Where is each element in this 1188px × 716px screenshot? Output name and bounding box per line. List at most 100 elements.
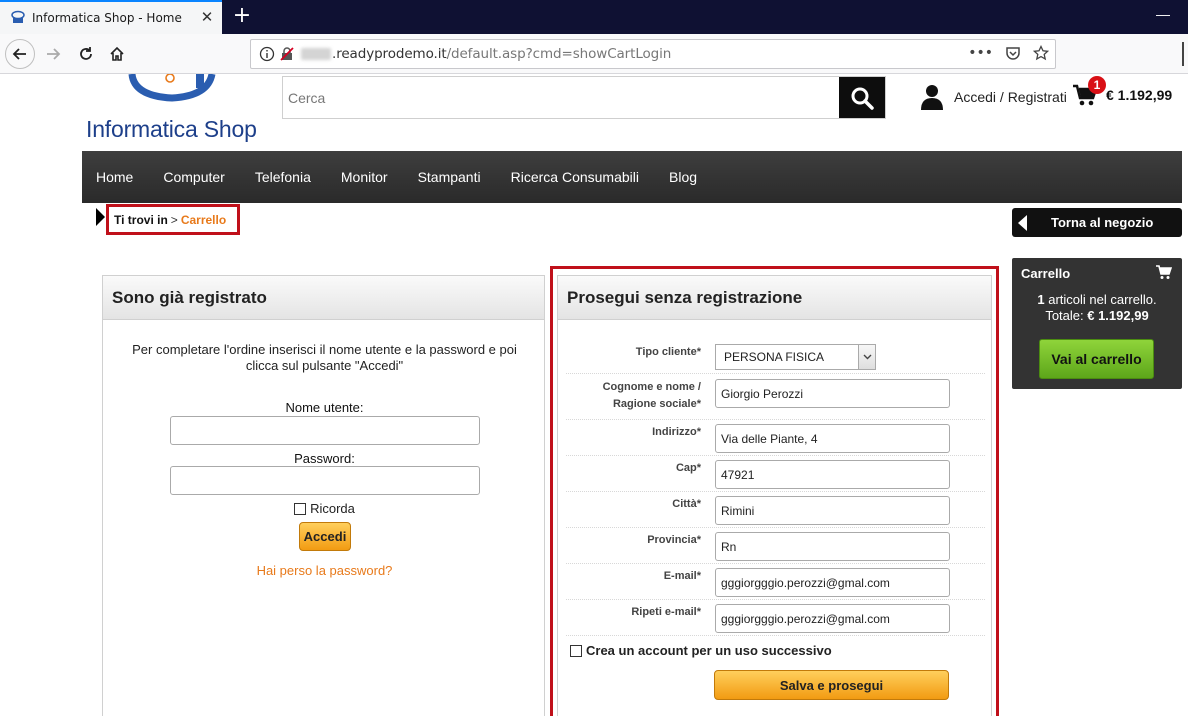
cap-row: Cap* 47921 [566,456,985,492]
login-button[interactable]: Accedi [299,522,351,551]
redacted-subdomain [301,48,331,60]
email-repeat-label: Ripeti e-mail* [631,606,701,618]
address-input[interactable]: Via delle Piante, 4 [715,424,950,453]
province-input[interactable]: Rn [715,532,950,561]
cart-widget-total: € 1.192,99 [1087,308,1149,323]
name-label: Cognome e nome / Ragione sociale* [603,379,701,413]
email-label: E-mail* [663,570,701,582]
insecure-lock-icon[interactable] [279,46,295,62]
password-label: Password: [294,451,355,466]
city-row: Città* Rimini [566,492,985,528]
browser-tab[interactable]: Informatica Shop - Home ✕ [0,0,222,34]
create-account-checkbox[interactable] [570,644,582,657]
back-button[interactable] [5,39,35,69]
arrow-right-icon [47,48,61,60]
user-link-label: Accedi / Registrati [954,89,1067,105]
username-label: Nome utente: [285,400,364,415]
menu-item-stampanti[interactable]: Stampanti [418,169,481,185]
customer-type-row: Tipo cliente* PERSONA FISICA [566,334,985,374]
create-account-label: Crea un account per un uso successivo [586,643,832,658]
email-row: E-mail* gggiorgggio.perozzi@gmal.com [566,564,985,600]
login-panel-title: Sono già registrato [103,276,544,320]
customer-type-value: PERSONA FISICA [724,350,825,364]
cart-total: € 1.192,99 [1106,87,1173,103]
menu-item-computer[interactable]: Computer [163,169,224,185]
save-and-continue-button[interactable]: Salva e prosegui [714,670,949,700]
url-actions: ••• [968,45,1049,61]
address-row: Indirizzo* Via delle Piante, 4 [566,420,985,456]
breadcrumb-current[interactable]: Carrello [181,213,226,227]
cart-widget-title: Carrello [1021,266,1071,281]
remember-me[interactable]: Ricorda [103,501,546,516]
minimize-window-icon[interactable]: — [1156,6,1170,22]
back-to-shop-label: Torna al negozio [1051,215,1154,230]
province-label: Provincia* [647,534,701,546]
username-input[interactable] [170,416,480,445]
create-account-option[interactable]: Crea un account per un uso successivo [570,643,832,658]
email-repeat-row: Ripeti e-mail* gggiorgggio.perozzi@gmal.… [566,600,985,636]
header-cart[interactable]: 1 € 1.192,99 [1072,76,1173,108]
info-icon[interactable] [259,46,275,62]
browser-tab-bar: Informatica Shop - Home ✕ + — [0,0,1188,34]
user-login-link[interactable]: Accedi / Registrati [920,84,1067,110]
menu-item-ricerca-consumabili[interactable]: Ricerca Consumabili [511,169,639,185]
tab-title: Informatica Shop - Home [32,11,182,25]
menu-item-monitor[interactable]: Monitor [341,169,388,185]
site-logo[interactable]: Informatica Shop [84,74,274,144]
customer-type-select[interactable]: PERSONA FISICA [715,344,876,370]
remember-checkbox[interactable] [294,502,307,515]
search-input[interactable] [283,77,839,118]
forward-button[interactable] [38,39,68,69]
library-icon[interactable] [1182,42,1188,66]
email-input[interactable]: gggiorgggio.perozzi@gmal.com [715,568,950,597]
cart-widget-count-suffix: articoli nel carrello. [1044,292,1157,307]
lost-password-link[interactable]: Hai perso la password? [103,563,546,578]
password-input[interactable] [170,466,480,495]
menu-item-home[interactable]: Home [96,145,133,185]
login-panel: Sono già registrato Per completare l'ord… [102,275,545,716]
home-icon [110,46,124,61]
cart-widget: Carrello 1 articoli nel carrello. Totale… [1012,258,1182,389]
breadcrumb: Ti trovi in > Carrello [106,204,240,235]
back-to-shop-button[interactable]: Torna al negozio [1012,208,1182,237]
cart-count-badge: 1 [1088,76,1106,94]
reload-button[interactable] [71,39,101,69]
cart-widget-count: 1 [1037,292,1045,307]
url-host: .readyprodemo.it [332,46,447,62]
address-label: Indirizzo* [652,426,701,438]
user-icon [921,85,943,110]
search-button[interactable] [839,77,885,118]
city-label: Città* [672,498,701,510]
breadcrumb-label: Ti trovi in [114,212,168,227]
close-tab-icon[interactable]: ✕ [200,10,214,25]
name-label-line1: Cognome e nome / [602,381,701,393]
new-tab-icon[interactable]: + [230,4,254,28]
url-bar[interactable]: .readyprodemo.it/default.asp?cmd=showCar… [250,39,1056,69]
cap-input[interactable]: 47921 [715,460,950,489]
go-to-cart-button[interactable]: Vai al carrello [1039,339,1154,379]
breadcrumb-separator: > [170,212,178,227]
main-menu: Home Computer Telefonia Monitor Stampant… [82,145,1182,203]
cart-widget-count-line: 1 articoli nel carrello. [1012,292,1182,307]
cap-label: Cap* [675,462,701,474]
email-repeat-input[interactable]: gggiorgggio.perozzi@gmal.com [715,604,950,633]
logo-graphic-icon [128,74,216,102]
city-input[interactable]: Rimini [715,496,950,525]
menu-item-telefonia[interactable]: Telefonia [255,169,311,185]
bookmark-star-icon[interactable] [1033,45,1049,61]
home-button[interactable] [102,39,132,69]
url-path: /default.asp?cmd=showCartLogin [446,46,672,62]
search-box [282,76,886,119]
chevron-down-icon[interactable] [858,345,875,369]
pocket-icon[interactable] [1005,45,1021,61]
breadcrumb-arrow-icon [96,208,105,226]
province-row: Provincia* Rn [566,528,985,564]
remember-label: Ricorda [310,501,355,516]
reload-icon [80,47,92,60]
name-input[interactable]: Giorgio Perozzi [715,379,950,408]
name-label-line2: Ragione sociale* [612,398,701,410]
cart-icon-wrap: 1 [1072,76,1106,108]
menu-item-blog[interactable]: Blog [669,169,697,185]
page-actions-icon[interactable]: ••• [968,45,993,61]
shop-favicon-icon [11,10,25,23]
